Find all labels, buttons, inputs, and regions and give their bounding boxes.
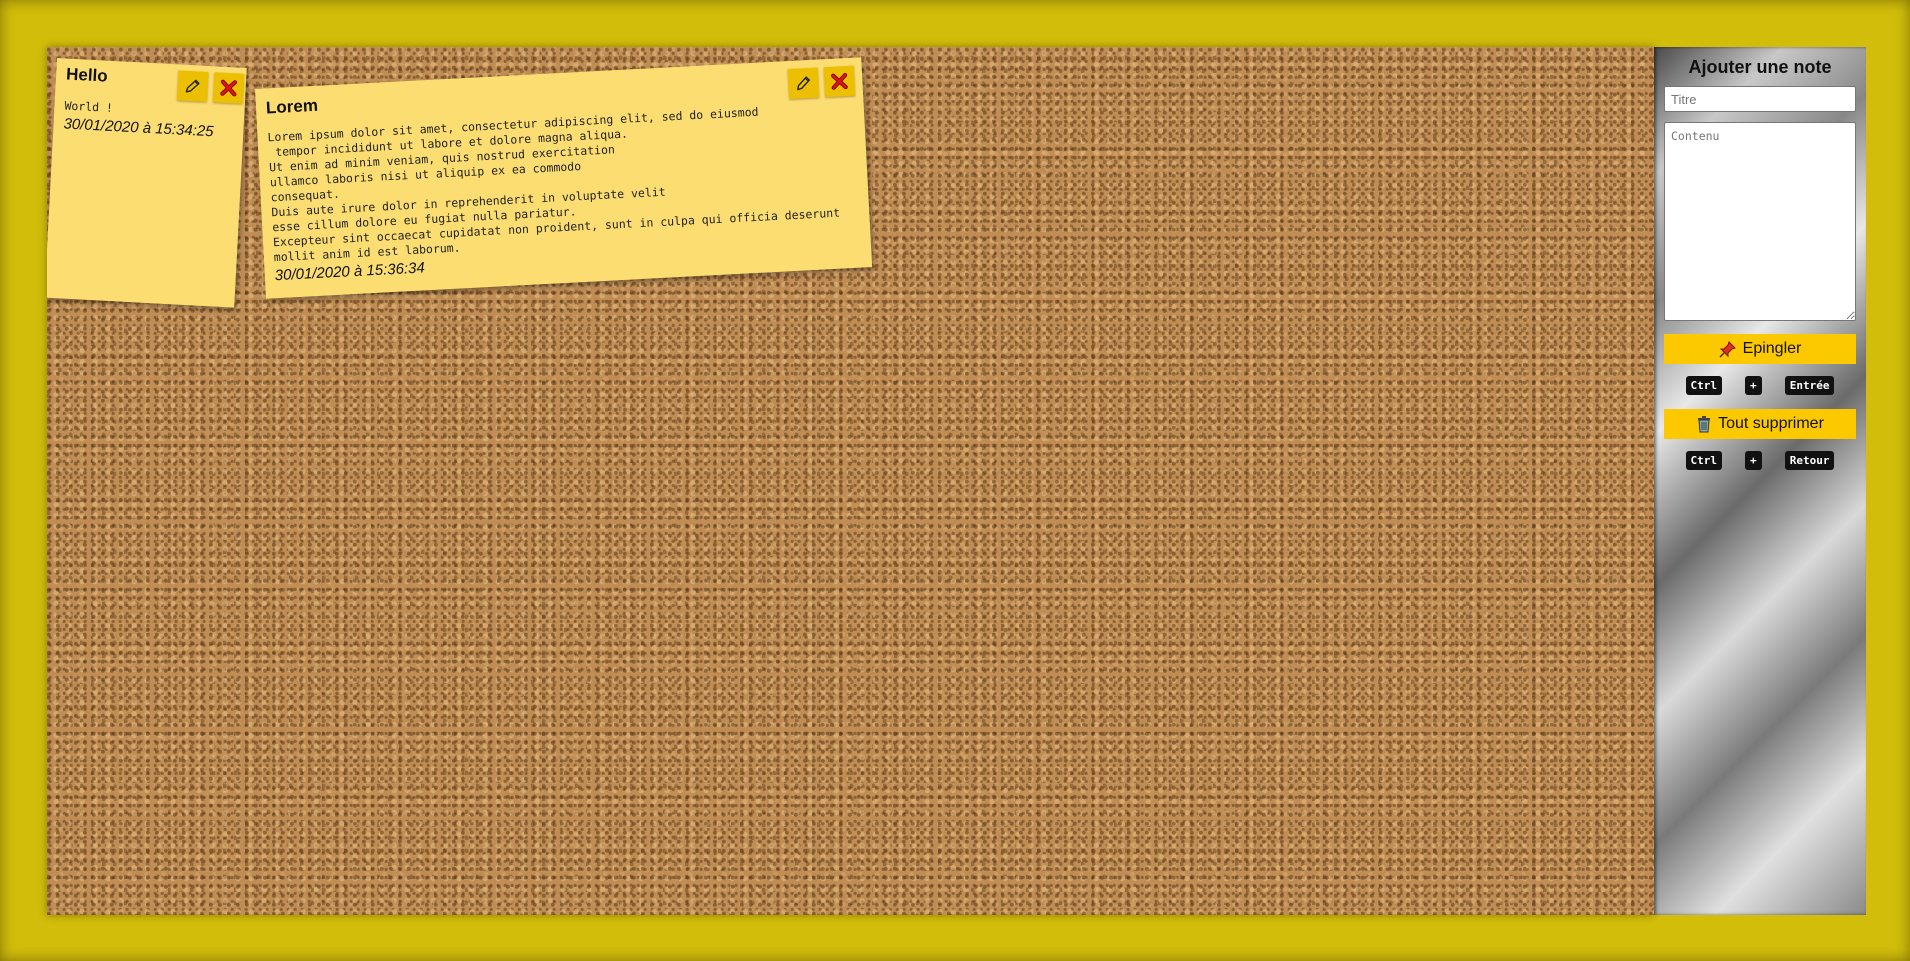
key-backspace: Retour xyxy=(1784,451,1835,470)
delete-note-button[interactable] xyxy=(823,65,856,98)
pushpin-icon xyxy=(1719,341,1736,358)
pencil-icon xyxy=(797,76,810,91)
delete-all-label: Tout supprimer xyxy=(1718,415,1824,432)
panel-title: Ajouter une note xyxy=(1688,57,1832,77)
delete-note-button[interactable] xyxy=(212,72,245,104)
note-card[interactable]: Hello World ! 30/01/2020 à 15:34:25 xyxy=(47,58,247,308)
trash-icon xyxy=(1698,416,1711,433)
cork-board: Hello World ! 30/01/2020 à 15:34:25 Lore… xyxy=(47,47,1654,915)
delete-shortcut: Ctrl + Retour xyxy=(1664,451,1856,470)
add-note-panel: Ajouter une note Epingler Ctrl + Entrée … xyxy=(1654,47,1866,915)
key-ctrl: Ctrl xyxy=(1685,376,1723,395)
title-input[interactable] xyxy=(1664,86,1856,112)
content-textarea[interactable] xyxy=(1664,122,1856,321)
key-plus: + xyxy=(1745,451,1762,470)
edit-note-button[interactable] xyxy=(176,70,209,102)
close-icon xyxy=(830,72,848,90)
pin-shortcut: Ctrl + Entrée xyxy=(1664,376,1856,395)
pin-button[interactable]: Epingler xyxy=(1664,334,1856,364)
note-actions xyxy=(176,70,245,104)
key-plus: + xyxy=(1745,376,1762,395)
delete-all-button[interactable]: Tout supprimer xyxy=(1664,409,1856,439)
key-enter: Entrée xyxy=(1784,376,1835,395)
note-actions xyxy=(787,65,856,100)
pencil-icon xyxy=(185,79,200,93)
note-card[interactable]: Lorem Lorem ipsum dolor sit amet, consec… xyxy=(255,57,873,299)
edit-note-button[interactable] xyxy=(787,67,820,100)
pin-button-label: Epingler xyxy=(1742,340,1802,357)
key-ctrl: Ctrl xyxy=(1685,451,1723,470)
close-icon xyxy=(220,79,238,97)
